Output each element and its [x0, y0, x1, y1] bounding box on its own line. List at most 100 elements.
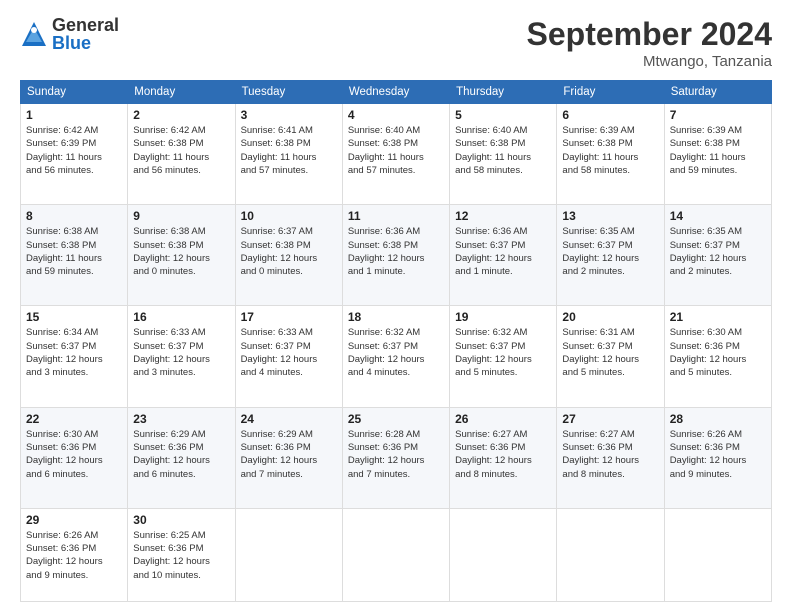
- table-row: 11 Sunrise: 6:36 AMSunset: 6:38 PMDaylig…: [342, 205, 449, 306]
- day-number: 25: [348, 412, 444, 426]
- table-row: 17 Sunrise: 6:33 AMSunset: 6:37 PMDaylig…: [235, 306, 342, 407]
- table-row: 1 Sunrise: 6:42 AMSunset: 6:39 PMDayligh…: [21, 104, 128, 205]
- table-row: 14 Sunrise: 6:35 AMSunset: 6:37 PMDaylig…: [664, 205, 771, 306]
- day-info: Sunrise: 6:26 AMSunset: 6:36 PMDaylight:…: [26, 530, 103, 581]
- day-info: Sunrise: 6:37 AMSunset: 6:38 PMDaylight:…: [241, 226, 318, 277]
- day-info: Sunrise: 6:36 AMSunset: 6:37 PMDaylight:…: [455, 226, 532, 277]
- table-row: 10 Sunrise: 6:37 AMSunset: 6:38 PMDaylig…: [235, 205, 342, 306]
- day-info: Sunrise: 6:41 AMSunset: 6:38 PMDaylight:…: [241, 125, 317, 176]
- day-info: Sunrise: 6:35 AMSunset: 6:37 PMDaylight:…: [562, 226, 639, 277]
- day-number: 16: [133, 310, 229, 324]
- table-row: [664, 508, 771, 601]
- day-info: Sunrise: 6:30 AMSunset: 6:36 PMDaylight:…: [670, 327, 747, 378]
- table-row: 15 Sunrise: 6:34 AMSunset: 6:37 PMDaylig…: [21, 306, 128, 407]
- table-row: 5 Sunrise: 6:40 AMSunset: 6:38 PMDayligh…: [450, 104, 557, 205]
- day-info: Sunrise: 6:30 AMSunset: 6:36 PMDaylight:…: [26, 429, 103, 480]
- table-row: 22 Sunrise: 6:30 AMSunset: 6:36 PMDaylig…: [21, 407, 128, 508]
- table-row: 30 Sunrise: 6:25 AMSunset: 6:36 PMDaylig…: [128, 508, 235, 601]
- day-info: Sunrise: 6:34 AMSunset: 6:37 PMDaylight:…: [26, 327, 103, 378]
- logo-icon: [20, 20, 48, 48]
- day-number: 26: [455, 412, 551, 426]
- day-number: 8: [26, 209, 122, 223]
- day-number: 18: [348, 310, 444, 324]
- day-number: 7: [670, 108, 766, 122]
- header-friday: Friday: [557, 81, 664, 104]
- day-info: Sunrise: 6:33 AMSunset: 6:37 PMDaylight:…: [133, 327, 210, 378]
- month-title: September 2024: [527, 16, 772, 53]
- day-info: Sunrise: 6:31 AMSunset: 6:37 PMDaylight:…: [562, 327, 639, 378]
- day-number: 22: [26, 412, 122, 426]
- day-number: 13: [562, 209, 658, 223]
- day-info: Sunrise: 6:27 AMSunset: 6:36 PMDaylight:…: [562, 429, 639, 480]
- logo-text: General Blue: [52, 16, 119, 52]
- logo-general-text: General: [52, 16, 119, 34]
- day-number: 14: [670, 209, 766, 223]
- day-number: 12: [455, 209, 551, 223]
- table-row: 7 Sunrise: 6:39 AMSunset: 6:38 PMDayligh…: [664, 104, 771, 205]
- day-number: 19: [455, 310, 551, 324]
- day-info: Sunrise: 6:25 AMSunset: 6:36 PMDaylight:…: [133, 530, 210, 581]
- day-number: 9: [133, 209, 229, 223]
- day-info: Sunrise: 6:38 AMSunset: 6:38 PMDaylight:…: [133, 226, 210, 277]
- table-row: 4 Sunrise: 6:40 AMSunset: 6:38 PMDayligh…: [342, 104, 449, 205]
- day-info: Sunrise: 6:40 AMSunset: 6:38 PMDaylight:…: [348, 125, 424, 176]
- header: General Blue September 2024 Mtwango, Tan…: [20, 16, 772, 70]
- day-info: Sunrise: 6:33 AMSunset: 6:37 PMDaylight:…: [241, 327, 318, 378]
- location-title: Mtwango, Tanzania: [527, 53, 772, 70]
- table-row: 6 Sunrise: 6:39 AMSunset: 6:38 PMDayligh…: [557, 104, 664, 205]
- table-row: 28 Sunrise: 6:26 AMSunset: 6:36 PMDaylig…: [664, 407, 771, 508]
- day-number: 5: [455, 108, 551, 122]
- day-number: 23: [133, 412, 229, 426]
- header-sunday: Sunday: [21, 81, 128, 104]
- logo-blue-text: Blue: [52, 34, 119, 52]
- day-number: 15: [26, 310, 122, 324]
- logo: General Blue: [20, 16, 119, 52]
- day-number: 24: [241, 412, 337, 426]
- day-number: 20: [562, 310, 658, 324]
- day-number: 3: [241, 108, 337, 122]
- day-number: 27: [562, 412, 658, 426]
- day-info: Sunrise: 6:39 AMSunset: 6:38 PMDaylight:…: [562, 125, 638, 176]
- day-number: 10: [241, 209, 337, 223]
- table-row: 8 Sunrise: 6:38 AMSunset: 6:38 PMDayligh…: [21, 205, 128, 306]
- table-row: 19 Sunrise: 6:32 AMSunset: 6:37 PMDaylig…: [450, 306, 557, 407]
- day-info: Sunrise: 6:32 AMSunset: 6:37 PMDaylight:…: [348, 327, 425, 378]
- day-info: Sunrise: 6:36 AMSunset: 6:38 PMDaylight:…: [348, 226, 425, 277]
- day-info: Sunrise: 6:42 AMSunset: 6:39 PMDaylight:…: [26, 125, 102, 176]
- table-row: 29 Sunrise: 6:26 AMSunset: 6:36 PMDaylig…: [21, 508, 128, 601]
- day-number: 4: [348, 108, 444, 122]
- table-row: 21 Sunrise: 6:30 AMSunset: 6:36 PMDaylig…: [664, 306, 771, 407]
- day-info: Sunrise: 6:26 AMSunset: 6:36 PMDaylight:…: [670, 429, 747, 480]
- header-thursday: Thursday: [450, 81, 557, 104]
- table-row: 24 Sunrise: 6:29 AMSunset: 6:36 PMDaylig…: [235, 407, 342, 508]
- day-number: 11: [348, 209, 444, 223]
- calendar-header-row: Sunday Monday Tuesday Wednesday Thursday…: [21, 81, 772, 104]
- table-row: 18 Sunrise: 6:32 AMSunset: 6:37 PMDaylig…: [342, 306, 449, 407]
- day-info: Sunrise: 6:28 AMSunset: 6:36 PMDaylight:…: [348, 429, 425, 480]
- table-row: [557, 508, 664, 601]
- table-row: 26 Sunrise: 6:27 AMSunset: 6:36 PMDaylig…: [450, 407, 557, 508]
- day-info: Sunrise: 6:32 AMSunset: 6:37 PMDaylight:…: [455, 327, 532, 378]
- table-row: 9 Sunrise: 6:38 AMSunset: 6:38 PMDayligh…: [128, 205, 235, 306]
- day-number: 1: [26, 108, 122, 122]
- day-info: Sunrise: 6:38 AMSunset: 6:38 PMDaylight:…: [26, 226, 102, 277]
- table-row: [342, 508, 449, 601]
- table-row: 12 Sunrise: 6:36 AMSunset: 6:37 PMDaylig…: [450, 205, 557, 306]
- day-number: 2: [133, 108, 229, 122]
- day-info: Sunrise: 6:35 AMSunset: 6:37 PMDaylight:…: [670, 226, 747, 277]
- day-info: Sunrise: 6:27 AMSunset: 6:36 PMDaylight:…: [455, 429, 532, 480]
- day-number: 28: [670, 412, 766, 426]
- header-wednesday: Wednesday: [342, 81, 449, 104]
- table-row: [450, 508, 557, 601]
- day-number: 21: [670, 310, 766, 324]
- calendar-table: Sunday Monday Tuesday Wednesday Thursday…: [20, 80, 772, 602]
- table-row: 23 Sunrise: 6:29 AMSunset: 6:36 PMDaylig…: [128, 407, 235, 508]
- day-number: 17: [241, 310, 337, 324]
- day-info: Sunrise: 6:40 AMSunset: 6:38 PMDaylight:…: [455, 125, 531, 176]
- day-info: Sunrise: 6:42 AMSunset: 6:38 PMDaylight:…: [133, 125, 209, 176]
- day-info: Sunrise: 6:39 AMSunset: 6:38 PMDaylight:…: [670, 125, 746, 176]
- table-row: 3 Sunrise: 6:41 AMSunset: 6:38 PMDayligh…: [235, 104, 342, 205]
- day-info: Sunrise: 6:29 AMSunset: 6:36 PMDaylight:…: [241, 429, 318, 480]
- table-row: 27 Sunrise: 6:27 AMSunset: 6:36 PMDaylig…: [557, 407, 664, 508]
- day-number: 29: [26, 513, 122, 527]
